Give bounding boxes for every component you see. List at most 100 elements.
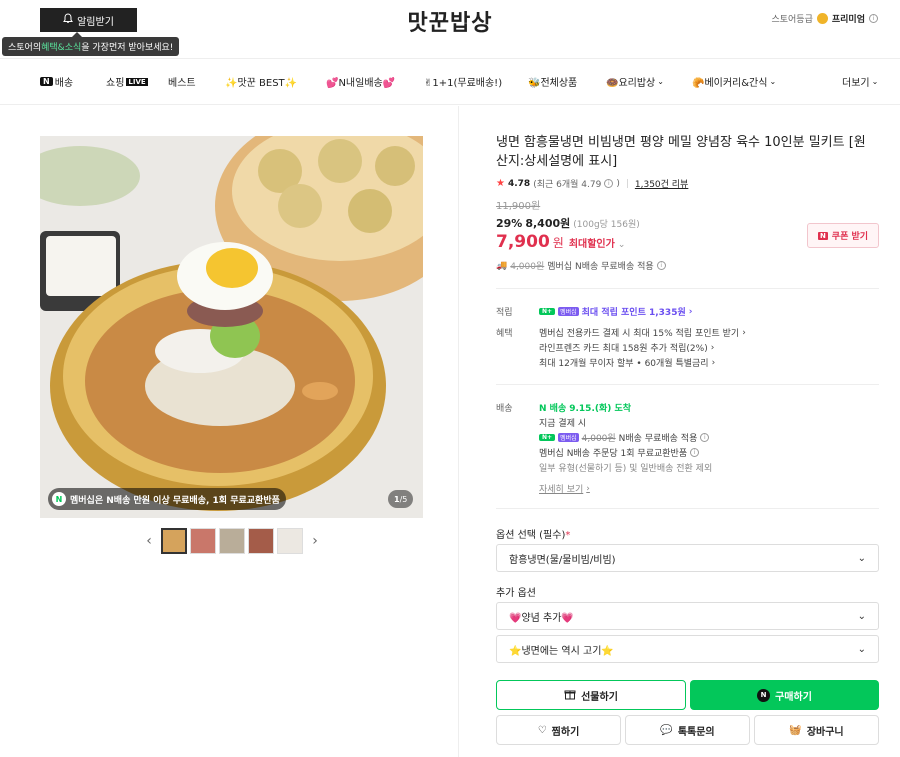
nav-label: 베스트 xyxy=(168,78,196,89)
nav-n-delivery[interactable]: N 배송 xyxy=(40,74,73,89)
prev-arrow-icon[interactable]: ‹ xyxy=(140,533,158,549)
extra-option-select[interactable]: ⭐냉면에는 역시 고기⭐ ⌄ xyxy=(496,635,879,663)
pay-now-text: 지금 결제 시 xyxy=(539,419,587,429)
n-badge-icon: N xyxy=(40,77,53,86)
npay-badge-icon: N+ xyxy=(539,434,556,441)
star-icon: ★ xyxy=(496,178,505,189)
perks-label: 혜택 xyxy=(496,329,513,339)
thumbnail[interactable] xyxy=(219,528,245,554)
required-option-title: 옵션 선택 (필수)* xyxy=(496,530,571,541)
delivery-arrival: N 배송 9.15.(화) 도착 xyxy=(539,401,631,414)
npay-badge-icon: N+ xyxy=(539,308,556,315)
gift-button[interactable]: 선물하기 xyxy=(496,680,686,710)
info-icon[interactable]: i xyxy=(690,448,700,457)
exclusion-text: 일부 유형(선물하기 등) 및 일반배송 전환 제외 xyxy=(539,464,713,474)
wish-button[interactable]: ♡ 찜하기 xyxy=(496,715,621,745)
points-row[interactable]: N+ 멤버십 최대 적립 포인트 1,335원 › xyxy=(539,305,692,318)
store-name[interactable]: 맛꾼밥상 xyxy=(0,5,900,37)
nav-all-products[interactable]: 🐝전체상품 xyxy=(528,74,577,89)
nav-cooking[interactable]: 🍩요리밥상 ⌄ xyxy=(606,74,664,89)
buy-label: 구매하기 xyxy=(775,691,812,703)
thumbnail[interactable] xyxy=(161,528,187,554)
points-text: 최대 적립 포인트 1,335원 xyxy=(581,308,686,318)
discount-rate: 29% xyxy=(496,217,523,230)
nav-label: 🍩요리밥상 xyxy=(606,78,656,89)
tooltip-text-end: 을 가장먼저 받아보세요! xyxy=(81,43,174,53)
nav-more[interactable]: 더보기 ⌄ xyxy=(842,74,878,89)
nav-one-plus-one[interactable]: ✌1+1(무료배송!) xyxy=(424,74,502,89)
chevron-down-icon: ⌄ xyxy=(769,77,777,86)
info-icon[interactable]: i xyxy=(656,261,666,270)
category-nav: N 배송 쇼핑 LIVE 베스트 ✨맛꾼 BEST✨ 💕N내일배송💕 ✌1+1(… xyxy=(0,58,900,105)
rating-row: ★ 4.78 (최근 6개월 4.79 i) | 1,350건 리뷰 xyxy=(496,177,689,190)
product-image[interactable] xyxy=(40,136,423,518)
extra-option-title: 추가 옵션 xyxy=(496,588,536,599)
exchange-line: 멤버십 N배송 주문당 1회 무료교환반품 i xyxy=(539,446,700,459)
extra-option-select[interactable]: 💗양념 추가💗 ⌄ xyxy=(496,602,879,630)
info-icon[interactable]: i xyxy=(604,179,614,188)
chevron-down-icon: ⌄ xyxy=(857,610,866,622)
perk-item[interactable]: 멤버십 전용카드 결제 시 최대 15% 적립 포인트 받기 › xyxy=(539,326,746,340)
alarm-tooltip: 스토어의 혜택&소식 을 가장먼저 받아보세요! xyxy=(2,32,180,56)
npay-icon: N xyxy=(757,688,771,702)
perk-text: 멤버십 전용카드 결제 시 최대 15% 적립 포인트 받기 xyxy=(539,329,740,339)
chevron-right-icon: › xyxy=(742,327,746,338)
info-icon[interactable]: i xyxy=(869,14,878,23)
perk-item[interactable]: 최대 12개월 무이자 할부 • 60개월 특별금리 › xyxy=(539,356,715,370)
thumbnail-strip: ‹ › xyxy=(140,528,324,554)
nav-bakery[interactable]: 🥐베이커리&간식 ⌄ xyxy=(692,74,776,89)
basket-icon: 🧺 xyxy=(789,724,802,736)
tooltip-text: 스토어의 xyxy=(8,43,42,53)
info-icon[interactable]: i xyxy=(700,433,710,442)
medal-icon xyxy=(816,13,828,24)
nav-shopping-live[interactable]: 쇼핑 LIVE xyxy=(106,74,148,89)
nav-tomorrow-delivery[interactable]: 💕N내일배송💕 xyxy=(326,74,395,89)
shipping-fee-line: 🚚 4,000원 멤버십 N배송 무료배송 적용 i xyxy=(496,259,666,272)
nav-best[interactable]: 베스트 xyxy=(168,74,196,89)
original-price: 11,900원 xyxy=(496,201,541,212)
thumbnail[interactable] xyxy=(190,528,216,554)
thumbnail[interactable] xyxy=(277,528,303,554)
thumbnail[interactable] xyxy=(248,528,274,554)
required-option-select[interactable]: 함흥냉면(물/물비빔/비빔) ⌄ xyxy=(496,544,879,572)
store-grade: 스토어등급 프리미엄 i xyxy=(771,12,878,25)
caption-text: 멤버십은 N배송 만원 이상 무료배송, 1회 무료교환반품 xyxy=(70,495,280,506)
chat-bubble-icon: 💬 xyxy=(660,724,673,736)
chevron-down-icon[interactable]: ⌄ xyxy=(618,240,626,250)
nav-matkkun-best[interactable]: ✨맛꾼 BEST✨ xyxy=(225,74,297,89)
review-link[interactable]: 1,350건 리뷰 xyxy=(635,177,688,190)
divider xyxy=(496,508,879,509)
live-badge-icon: LIVE xyxy=(126,77,148,86)
perk-text: 최대 12개월 무이자 할부 • 60개월 특별금리 xyxy=(539,359,709,369)
perk-text: 라인프렌즈 카드 최대 158원 추가 적립(2%) xyxy=(539,344,708,354)
counter-total: /5 xyxy=(399,494,408,504)
perk-item[interactable]: 라인프렌즈 카드 최대 158원 추가 적립(2%) › xyxy=(539,341,715,355)
currency-label: 원 xyxy=(552,236,564,250)
membership-badge-icon: 멤버십 xyxy=(558,307,579,316)
chevron-right-icon: › xyxy=(710,342,715,353)
buy-button[interactable]: N 구매하기 xyxy=(690,680,879,710)
rating-recent: (최근 6개월 4.79 xyxy=(533,180,602,190)
nav-label: ✨맛꾼 BEST✨ xyxy=(225,78,298,89)
product-title: 냉면 함흥물냉면 비빔냉면 평양 메밀 양념장 육수 10인분 밀키트 [원산지… xyxy=(496,135,866,169)
cart-button[interactable]: 🧺 장바구니 xyxy=(754,715,879,745)
select-value: ⭐냉면에는 역시 고기⭐ xyxy=(509,645,614,657)
membership-badge-icon: 멤버십 xyxy=(558,433,579,442)
exclusion-line: 일부 유형(선물하기 등) 및 일반배송 전환 제외 xyxy=(539,461,712,474)
exchange-text: 멤버십 N배송 주문당 1회 무료교환반품 xyxy=(539,449,688,459)
more-text: 자세히 보기 xyxy=(539,485,584,495)
coupon-button[interactable]: N 쿠폰 받기 xyxy=(807,223,879,248)
divider xyxy=(458,106,459,757)
delivery-fee-text: N배송 무료배송 적용 xyxy=(618,434,698,444)
heart-icon: ♡ xyxy=(537,724,547,736)
chevron-right-icon: › xyxy=(688,306,693,317)
talk-button[interactable]: 💬 톡톡문의 xyxy=(625,715,750,745)
truck-icon: 🚚 xyxy=(496,260,508,271)
max-discount-label[interactable]: 최대할인가 xyxy=(569,235,615,250)
chevron-down-icon: ⌄ xyxy=(871,77,879,86)
divider xyxy=(496,288,879,289)
more-link[interactable]: 자세히 보기 › xyxy=(539,482,590,496)
next-arrow-icon[interactable]: › xyxy=(306,533,324,549)
gift-icon xyxy=(564,688,576,703)
discount-line: 29% 8,400원 (100g당 156원) xyxy=(496,215,640,231)
